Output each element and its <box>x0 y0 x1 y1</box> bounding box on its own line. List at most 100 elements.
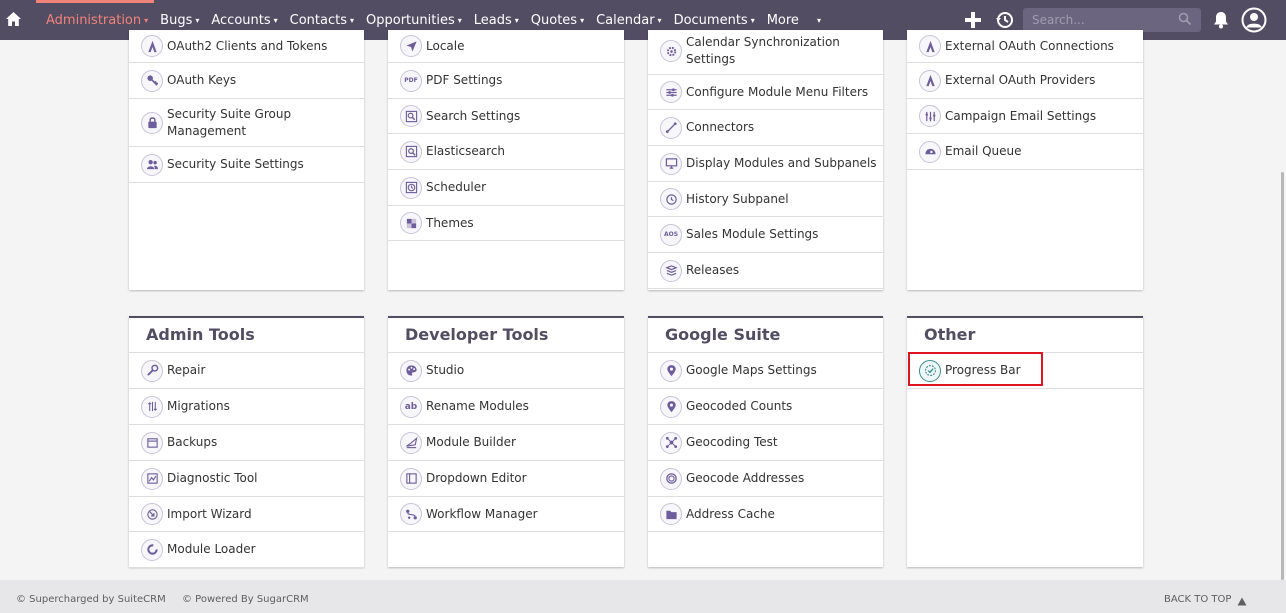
admin-link-migrations[interactable]: Migrations <box>129 389 364 425</box>
panel-admin-tools: Admin Tools Repair Migrations Backups Di… <box>129 316 364 568</box>
diagnostic-icon <box>141 467 163 490</box>
admin-link-sales-module-settings[interactable]: AOS Sales Module Settings <box>648 217 883 253</box>
admin-link-label: Google Maps Settings <box>686 363 817 377</box>
admin-link-module-builder[interactable]: Module Builder <box>388 425 624 461</box>
admin-link-dropdown-editor[interactable]: Dropdown Editor <box>388 461 624 497</box>
admin-link-scheduler[interactable]: Scheduler <box>388 170 624 206</box>
users-icon <box>141 153 163 176</box>
nav-item-label: Leads <box>473 12 512 28</box>
search-icon[interactable] <box>1178 12 1192 29</box>
admin-link-label: Sales Module Settings <box>686 227 819 241</box>
key-icon <box>141 69 163 92</box>
recently-viewed-history-icon[interactable] <box>994 9 1016 31</box>
admin-link-geocoding-test[interactable]: Geocoding Test <box>648 425 883 461</box>
admin-link-oauth-keys[interactable]: OAuth Keys <box>129 63 364 99</box>
admin-link-workflow-manager[interactable]: Workflow Manager <box>388 497 624 532</box>
admin-link-configure-module-menu-filters[interactable]: Configure Module Menu Filters <box>648 75 883 110</box>
admin-link-google-maps-settings[interactable]: Google Maps Settings <box>648 353 883 389</box>
migrations-icon <box>141 395 163 418</box>
caret-down-icon: ▾ <box>750 15 755 25</box>
admin-link-label: Address Cache <box>686 506 775 521</box>
admin-link-diagnostic-tool[interactable]: Diagnostic Tool <box>129 461 364 497</box>
admin-link-import-wizard[interactable]: Import Wizard <box>129 497 364 532</box>
admin-link-label: PDF Settings <box>426 73 503 87</box>
admin-link-repair[interactable]: Repair <box>129 353 364 389</box>
admin-link-label: OAuth Keys <box>167 73 237 87</box>
progress-bar-icon <box>919 359 941 382</box>
admin-link-external-oauth-providers[interactable]: External OAuth Providers <box>907 63 1143 99</box>
home-icon[interactable] <box>3 9 23 29</box>
admin-link-history-subpanel[interactable]: History Subpanel <box>648 182 883 217</box>
admin-link-label: Releases <box>686 263 740 277</box>
palette-icon <box>400 359 422 382</box>
search-input[interactable] <box>1023 8 1163 32</box>
nav-item-label: Accounts <box>211 12 271 28</box>
nav-item-label: Documents <box>673 12 748 28</box>
aos-icon: AOS <box>660 223 682 246</box>
oauth-icon <box>919 35 941 57</box>
nav-item-label: Bugs <box>160 12 193 28</box>
back-to-top-link[interactable]: BACK TO TOP <box>1164 594 1231 605</box>
panel-other: Other Progress Bar <box>907 316 1143 567</box>
create-plus-icon[interactable] <box>961 8 985 32</box>
admin-link-label: External OAuth Connections <box>945 38 1114 53</box>
admin-link-label: Geocoding Test <box>686 435 778 449</box>
admin-link-locale[interactable]: Locale <box>388 30 624 63</box>
admin-link-label: Rename Modules <box>426 399 529 413</box>
layers-icon <box>660 259 682 282</box>
panel-email: External OAuth Connections External OAut… <box>907 30 1143 290</box>
admin-link-releases[interactable]: Releases <box>648 253 883 289</box>
admin-link-external-oauth-connections[interactable]: External OAuth Connections <box>907 30 1143 63</box>
admin-link-studio[interactable]: Studio <box>388 353 624 389</box>
admin-link-security-suite-settings[interactable]: Security Suite Settings <box>129 147 364 183</box>
admin-link-email-queue[interactable]: Email Queue <box>907 134 1143 170</box>
panel-users-security: OAuth2 Clients and Tokens OAuth Keys Sec… <box>129 30 364 290</box>
user-avatar-icon[interactable] <box>1241 7 1267 33</box>
scrollbar-thumb[interactable] <box>1281 172 1284 580</box>
panel-module-settings: Calendar Synchronization Settings Config… <box>648 30 883 290</box>
history-icon <box>660 188 682 210</box>
caret-down-icon: ▾ <box>457 15 462 25</box>
caret-down-icon: ▾ <box>580 15 585 25</box>
panel-developer-tools: Developer Tools Studio ab Rename Modules… <box>388 316 624 567</box>
rename-icon: ab <box>400 395 422 418</box>
footer: © Supercharged by SuiteCRM © Powered By … <box>0 580 1286 613</box>
admin-link-connectors[interactable]: Connectors <box>648 110 883 146</box>
admin-link-campaign-email-settings[interactable]: Campaign Email Settings <box>907 99 1143 134</box>
admin-link-calendar-sync-settings[interactable]: Calendar Synchronization Settings <box>648 30 883 75</box>
admin-link-security-suite-group-management[interactable]: Security Suite Group Management <box>129 99 364 147</box>
admin-link-label: Import Wizard <box>167 506 252 521</box>
admin-link-display-modules-subpanels[interactable]: Display Modules and Subpanels <box>648 146 883 182</box>
nav-item-label: More <box>766 12 799 28</box>
arrow-up-icon[interactable] <box>1237 595 1247 609</box>
admin-link-search-settings[interactable]: Search Settings <box>388 99 624 134</box>
admin-link-themes[interactable]: Themes <box>388 206 624 241</box>
geocoding-test-icon <box>660 431 682 454</box>
oauth-icon <box>919 69 941 92</box>
admin-link-progress-bar[interactable]: Progress Bar <box>907 353 1143 389</box>
panel-title: Developer Tools <box>388 318 624 353</box>
admin-link-label: Backups <box>167 435 218 449</box>
gear-icon <box>660 40 682 62</box>
bell-icon[interactable] <box>1211 10 1231 30</box>
map-pin-icon <box>660 359 682 382</box>
admin-link-label: Geocoded Counts <box>686 399 793 413</box>
footer-suitecrm-link[interactable]: © Supercharged by SuiteCRM <box>16 594 166 605</box>
admin-link-label: Email Queue <box>945 144 1022 158</box>
admin-link-oauth2-clients[interactable]: OAuth2 Clients and Tokens <box>129 30 364 63</box>
admin-link-label: Geocode Addresses <box>686 471 805 485</box>
admin-link-label: Search Settings <box>426 108 521 123</box>
admin-link-elasticsearch[interactable]: Elasticsearch <box>388 134 624 170</box>
admin-link-rename-modules[interactable]: ab Rename Modules <box>388 389 624 425</box>
admin-link-backups[interactable]: Backups <box>129 425 364 461</box>
wrench-icon <box>141 359 163 382</box>
admin-link-geocoded-counts[interactable]: Geocoded Counts <box>648 389 883 425</box>
admin-link-geocode-addresses[interactable]: Geocode Addresses <box>648 461 883 497</box>
admin-link-module-loader[interactable]: Module Loader <box>129 532 364 568</box>
global-search <box>1023 8 1201 32</box>
admin-link-label: Repair <box>167 363 206 377</box>
admin-link-pdf-settings[interactable]: PDF PDF Settings <box>388 63 624 99</box>
footer-sugarcrm-link[interactable]: © Powered By SugarCRM <box>182 594 309 605</box>
admin-link-address-cache[interactable]: Address Cache <box>648 497 883 532</box>
pdf-icon: PDF <box>400 69 422 92</box>
